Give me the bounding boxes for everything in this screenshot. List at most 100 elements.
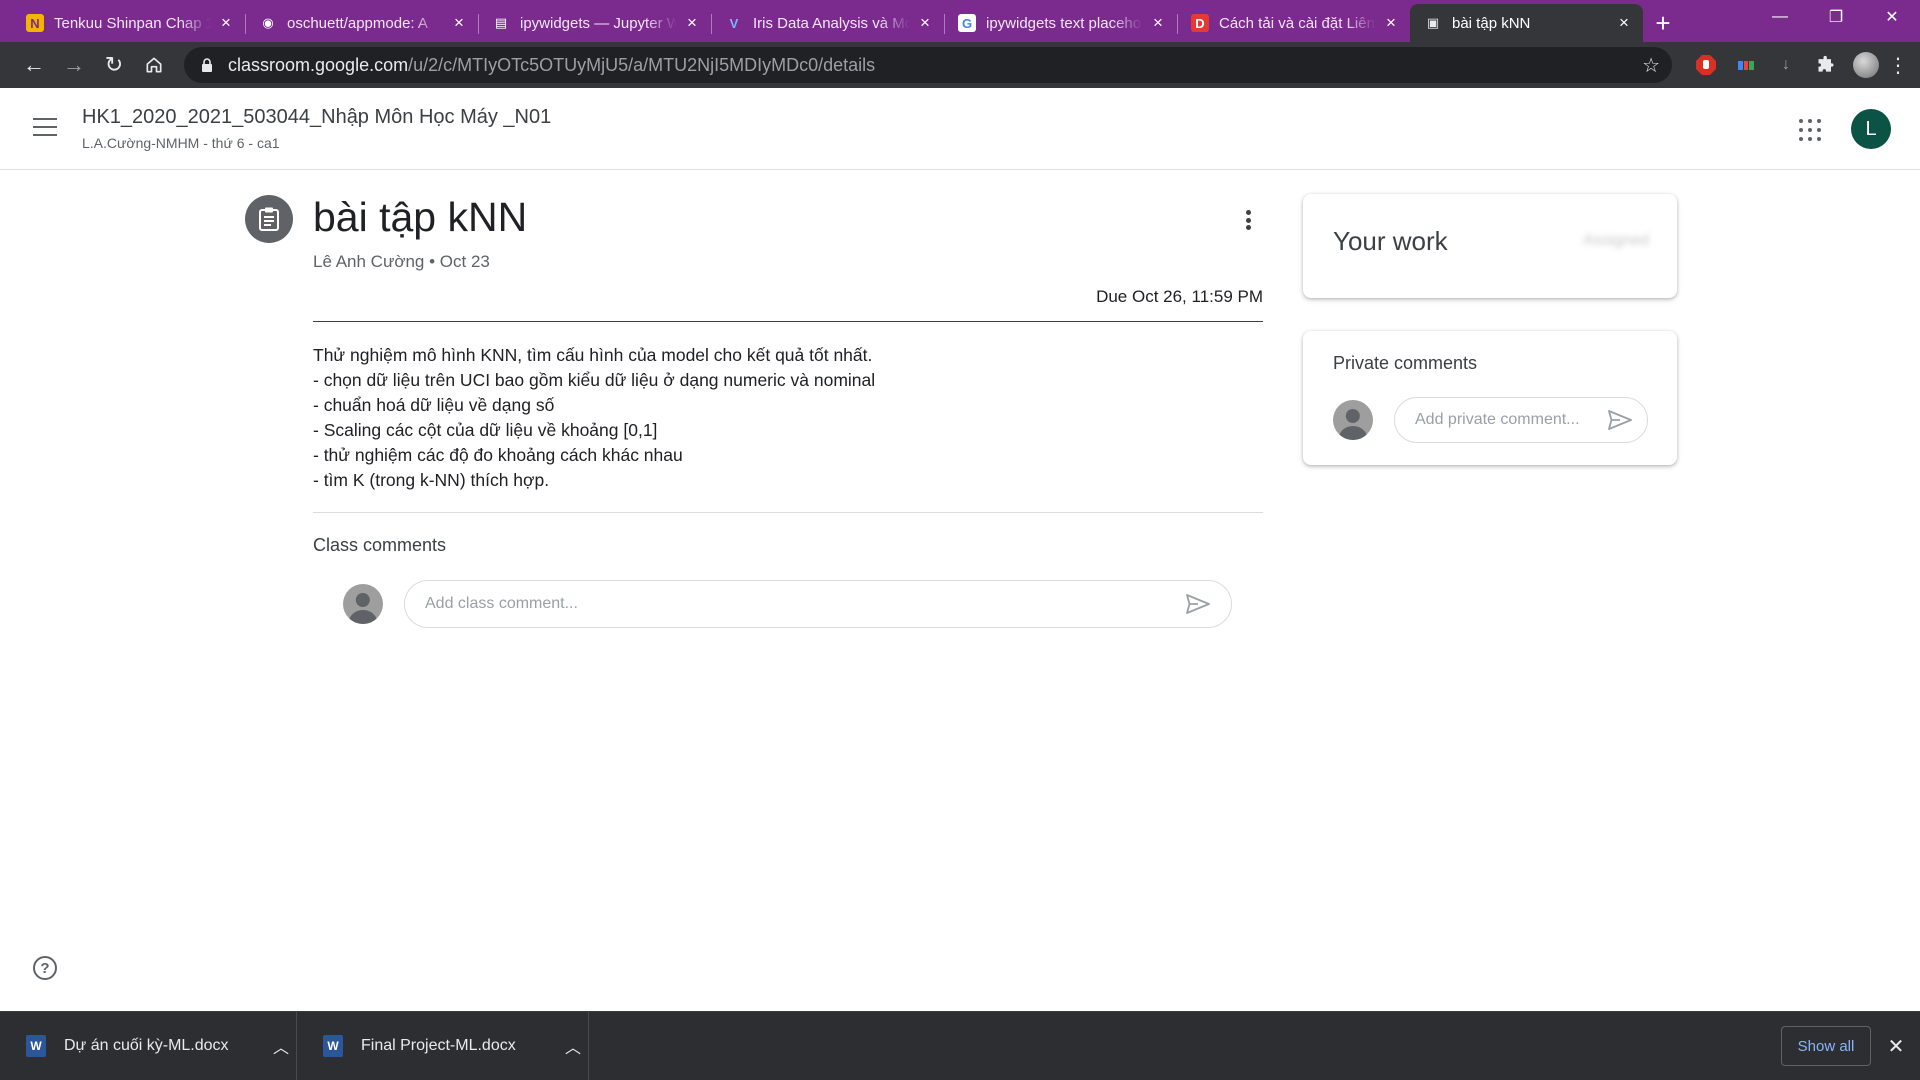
extension-adblock[interactable] — [1688, 47, 1724, 83]
google-icon: G — [958, 14, 976, 32]
close-tab-icon[interactable]: × — [1382, 13, 1400, 32]
course-subtitle: L.A.Cường-NMHM - thứ 6 - ca1 — [82, 135, 280, 151]
vertical-dots-icon: ⋮ — [1888, 54, 1908, 77]
instruction-line: - tìm K (trong k-NN) thích hợp. — [313, 470, 550, 490]
google-apps-icon[interactable] — [1799, 119, 1821, 141]
browser-tab[interactable]: Gipywidgets text placeho × — [944, 4, 1177, 42]
class-comment-input[interactable]: Add class comment... — [404, 580, 1232, 628]
home-button[interactable] — [134, 47, 174, 83]
download-site-icon: D — [1191, 14, 1209, 32]
download-filename: Dự án cuối kỳ-ML.docx — [64, 1037, 229, 1054]
address-bar[interactable]: classroom.google.com/u/2/c/MTIyOTc5OTUyM… — [184, 47, 1672, 83]
your-work-label: Your work — [1333, 226, 1448, 256]
instruction-line: Thử nghiệm mô hình KNN, tìm cấu hình của… — [313, 345, 873, 365]
work-status-badge: Assigned — [1583, 232, 1649, 249]
classroom-header: HK1_2020_2021_503044_Nhập Môn Học Máy _N… — [0, 88, 1920, 170]
more-options-icon[interactable] — [1236, 206, 1260, 234]
tab-title: Tenkuu Shinpan Chap 1 — [54, 14, 211, 32]
stop-hand-icon — [1696, 55, 1716, 75]
url-host: classroom.google.com — [228, 54, 409, 75]
novel-site-icon: N — [26, 14, 44, 32]
browser-tab[interactable]: V Iris Data Analysis và Mo × — [711, 4, 944, 42]
tab-title: Cách tải và cài đặt Liên — [1219, 14, 1375, 32]
divider — [313, 512, 1263, 513]
download-item[interactable]: W Final Project-ML.docx ︿ — [297, 1012, 589, 1080]
chevron-up-icon[interactable]: ︿ — [266, 1034, 296, 1058]
reload-button[interactable]: ↻ — [94, 47, 134, 83]
puzzle-icon — [1818, 55, 1834, 72]
close-tab-icon[interactable]: × — [450, 13, 468, 32]
tab-title: bài tập kNN — [1452, 14, 1531, 32]
assignment-instructions: Thử nghiệm mô hình KNN, tìm cấu hình của… — [313, 343, 1253, 493]
minimize-button[interactable]: — — [1752, 0, 1808, 34]
arrow-right-icon: → — [63, 52, 85, 77]
browser-tab[interactable]: ▣ bài tập kNN × — [1410, 4, 1643, 42]
tab-list: N Tenkuu Shinpan Chap 1 × ◉ oschuett/appmode… — [0, 4, 1643, 42]
close-tab-icon[interactable]: × — [916, 13, 934, 32]
word-doc-icon: W — [26, 1035, 46, 1057]
download-filename: Final Project-ML.docx — [361, 1037, 516, 1054]
course-title[interactable]: HK1_2020_2021_503044_Nhập Môn Học Máy _N… — [82, 106, 551, 129]
reload-icon: ↻ — [104, 52, 124, 77]
browser-tab[interactable]: ▤ ipywidgets — Jupyter W × — [478, 4, 711, 42]
jupyter-docs-icon: ▤ — [494, 15, 508, 30]
close-tab-icon[interactable]: × — [683, 13, 701, 32]
extension-colors[interactable] — [1728, 47, 1764, 83]
your-work-card: Your work Assigned — [1303, 194, 1677, 298]
close-tab-icon[interactable]: × — [217, 13, 235, 32]
show-all-button[interactable]: Show all — [1781, 1026, 1871, 1066]
private-comments-label: Private comments — [1333, 353, 1478, 373]
account-avatar[interactable]: L — [1851, 109, 1891, 149]
close-icon[interactable]: ✕ — [1884, 1034, 1908, 1058]
instruction-line: - chọn dữ liệu trên UCI bao gồm kiểu dữ … — [313, 370, 876, 390]
new-tab-button[interactable]: + — [1643, 4, 1683, 42]
instruction-line: - Scaling các cột của dữ liệu về khoảng … — [313, 420, 658, 440]
browser-tab[interactable]: ◉ oschuett/appmode: A × — [245, 4, 478, 42]
tab-title: ipywidgets text placeho — [986, 14, 1142, 32]
due-date: Due Oct 26, 11:59 PM — [1096, 287, 1263, 306]
extensions-button[interactable] — [1808, 47, 1844, 83]
download-item[interactable]: W Dự án cuối kỳ-ML.docx ︿ — [0, 1012, 297, 1080]
chevron-up-icon[interactable]: ︿ — [558, 1034, 588, 1058]
browser-tab[interactable]: D Cách tải và cài đặt Liên × — [1177, 4, 1410, 42]
url-path: /u/2/c/MTIyOTc5OTUyMjU5/a/MTU2NjI5MDIyMD… — [408, 54, 876, 75]
close-window-button[interactable]: ✕ — [1864, 0, 1920, 34]
private-comment-placeholder: Add private comment... — [1415, 411, 1580, 428]
bookmark-star-icon[interactable]: ☆ — [1642, 53, 1660, 78]
window-controls: — ❐ ✕ — [1752, 0, 1920, 34]
classroom-icon: ▣ — [1426, 15, 1440, 30]
arrow-left-icon: ← — [23, 52, 45, 77]
help-icon[interactable]: ? — [33, 956, 57, 980]
close-tab-icon[interactable]: × — [1149, 13, 1167, 32]
tab-title: oschuett/appmode: A — [287, 14, 428, 32]
tab-title: ipywidgets — Jupyter W — [520, 14, 677, 32]
forward-button[interactable]: → — [54, 47, 94, 83]
url-text[interactable]: classroom.google.com/u/2/c/MTIyOTc5OTUyM… — [228, 55, 1642, 76]
viblo-icon: V — [729, 15, 739, 31]
profile-button[interactable] — [1848, 47, 1884, 83]
back-button[interactable]: ← — [14, 47, 54, 83]
instruction-line: - chuẩn hoá dữ liệu về dạng số — [313, 395, 555, 415]
browser-menu-button[interactable]: ⋮ — [1884, 53, 1912, 78]
send-icon[interactable] — [1607, 409, 1633, 431]
send-icon[interactable] — [1185, 593, 1211, 615]
assignment-icon — [245, 195, 293, 243]
class-comment-placeholder: Add class comment... — [425, 595, 578, 612]
divider — [313, 321, 1263, 322]
user-avatar-icon — [1333, 400, 1373, 440]
github-icon: ◉ — [262, 15, 274, 30]
extension-download[interactable]: ↓ — [1768, 47, 1804, 83]
restore-button[interactable]: ❐ — [1808, 0, 1864, 34]
hamburger-menu-icon[interactable] — [33, 118, 57, 136]
download-arrow-icon: ↓ — [1782, 56, 1790, 73]
private-comments-card: Private comments Add private comment... — [1303, 331, 1677, 465]
profile-avatar-icon — [1853, 52, 1879, 78]
browser-tab[interactable]: N Tenkuu Shinpan Chap 1 × — [12, 4, 245, 42]
assignment-meta: Lê Anh Cường • Oct 23 — [313, 252, 490, 271]
close-tab-icon[interactable]: × — [1615, 13, 1633, 32]
private-comment-input[interactable]: Add private comment... — [1394, 397, 1648, 443]
tab-title: Iris Data Analysis và Mo — [753, 14, 910, 32]
download-shelf: W Dự án cuối kỳ-ML.docx ︿ W Final Projec… — [0, 1011, 1920, 1080]
browser-toolbar: ← → ↻ classroom.google.com/u/2/c/MTIyOTc… — [0, 42, 1920, 88]
browser-tabstrip: N Tenkuu Shinpan Chap 1 × ◉ oschuett/appmode… — [0, 0, 1920, 42]
